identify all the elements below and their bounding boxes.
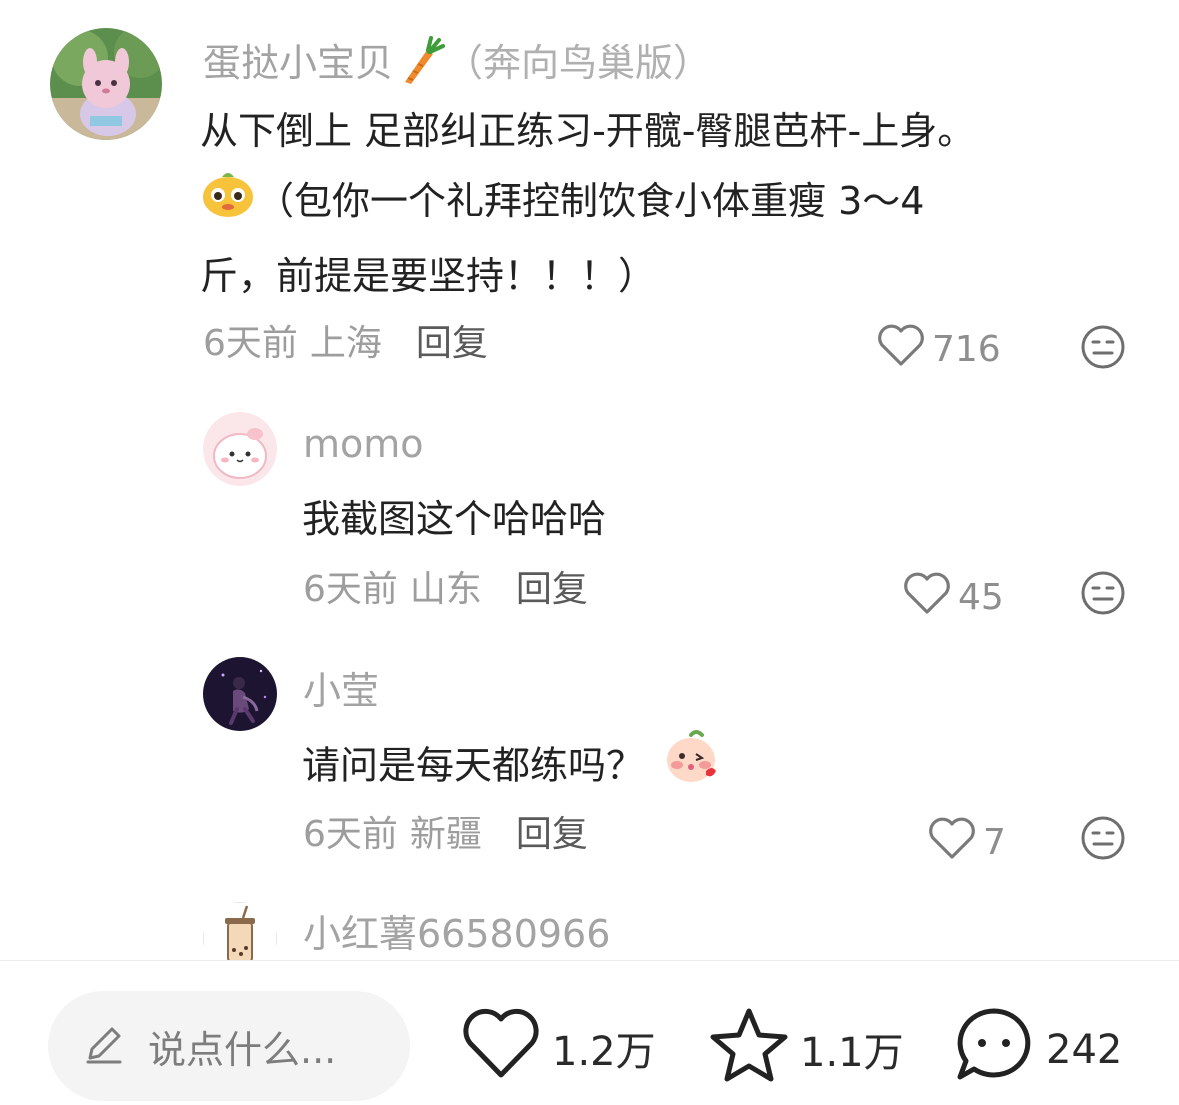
username-text: 蛋挞小宝贝 — [203, 41, 394, 85]
reply-location: 山东 — [409, 569, 482, 610]
blushing-kiss-emoji — [662, 729, 720, 807]
reply-time: 6天前 — [303, 814, 398, 855]
comment-count: 242 — [1046, 1027, 1123, 1073]
comment-line-2-text: （包你一个礼拜控制饮食小体重瘦 3～4 — [256, 179, 925, 223]
reply-button[interactable]: 回复 — [516, 569, 588, 610]
comment-meta: 6天前 上海 回复 — [203, 322, 488, 366]
star-icon — [708, 1005, 800, 1093]
comment-input-placeholder: 说点什么... — [148, 1027, 337, 1072]
dislike-button[interactable] — [1080, 570, 1126, 620]
reply-comment: 小红薯66580966 — [0, 890, 1179, 960]
chat-bubble-icon — [952, 1005, 1046, 1095]
reply-username[interactable]: momo — [303, 422, 424, 466]
reply-text-body: 请问是每天都练吗？ — [302, 743, 645, 788]
collect-button[interactable]: 1.1万 — [708, 1005, 904, 1093]
dislike-button[interactable] — [1080, 324, 1126, 374]
reply-text: 我截图这个哈哈哈 — [302, 497, 607, 541]
like-count: 716 — [932, 329, 1001, 370]
like-button[interactable]: 45 — [902, 570, 1004, 625]
comment-button[interactable]: 242 — [952, 1005, 1122, 1095]
avatar[interactable] — [203, 902, 277, 960]
avatar[interactable] — [203, 657, 277, 731]
reply-username[interactable]: 小莹 — [303, 669, 379, 713]
reply-time: 6天前 — [303, 569, 398, 610]
heart-icon — [876, 322, 932, 377]
username-tag: （奔向鸟巢版） — [445, 41, 712, 85]
reply-location: 新疆 — [409, 814, 482, 855]
dislike-button[interactable] — [1080, 815, 1126, 865]
reply-comment: 小莹 请问是每天都练吗？ 6天前 新疆 回复 7 — [0, 645, 1179, 885]
reply-button[interactable]: 回复 — [416, 323, 488, 364]
comment-line-2: （包你一个礼拜控制饮食小体重瘦 3～4 — [200, 166, 1140, 241]
reply-button[interactable]: 回复 — [516, 814, 588, 855]
comment-line-1: 从下倒上 足部纠正练习-开髋-臀腿芭杆-上身。 — [200, 109, 976, 153]
comment-time: 6天前 — [203, 323, 298, 364]
like-post-button[interactable]: 1.2万 — [460, 1005, 656, 1091]
cute-mascot-emoji — [200, 167, 256, 241]
carrot-icon — [399, 36, 446, 95]
meh-face-icon — [1080, 816, 1126, 865]
heart-icon — [460, 1005, 552, 1091]
meh-face-icon — [1080, 325, 1126, 374]
pencil-icon — [82, 1022, 126, 1070]
comment-line-3: 斤，前提是要坚持！！！） — [200, 253, 657, 298]
main-comment: 蛋挞小宝贝 （奔向鸟巢版） 从下倒上 足部纠正练习-开髋-臀腿芭杆-上身。 （包… — [0, 0, 1179, 390]
reply-meta: 6天前 新疆 回复 — [303, 813, 588, 857]
heart-icon — [902, 570, 958, 625]
like-post-count: 1.2万 — [552, 1029, 656, 1075]
avatar[interactable] — [203, 412, 277, 486]
comment-username[interactable]: 蛋挞小宝贝 （奔向鸟巢版） — [203, 36, 711, 95]
reply-text: 请问是每天都练吗？ — [302, 729, 720, 807]
reply-meta: 6天前 山东 回复 — [303, 568, 588, 612]
like-count: 45 — [958, 577, 1004, 618]
like-button[interactable]: 7 — [927, 815, 1006, 870]
reply-username[interactable]: 小红薯66580966 — [303, 912, 610, 956]
like-count: 7 — [983, 822, 1006, 863]
avatar[interactable] — [50, 28, 162, 140]
heart-icon — [927, 815, 983, 870]
comment-text: 从下倒上 足部纠正练习-开髋-臀腿芭杆-上身。 （包你一个礼拜控制饮食小体重瘦 … — [200, 96, 1140, 311]
comment-location: 上海 — [309, 323, 382, 364]
comment-input[interactable]: 说点什么... — [48, 991, 410, 1101]
like-button[interactable]: 716 — [876, 322, 1001, 377]
bottom-action-bar: 说点什么... 1.2万 1.1万 242 — [0, 961, 1179, 1105]
reply-comment: momo 我截图这个哈哈哈 6天前 山东 回复 45 — [0, 400, 1179, 640]
collect-count: 1.1万 — [800, 1030, 904, 1076]
meh-face-icon — [1080, 571, 1126, 620]
